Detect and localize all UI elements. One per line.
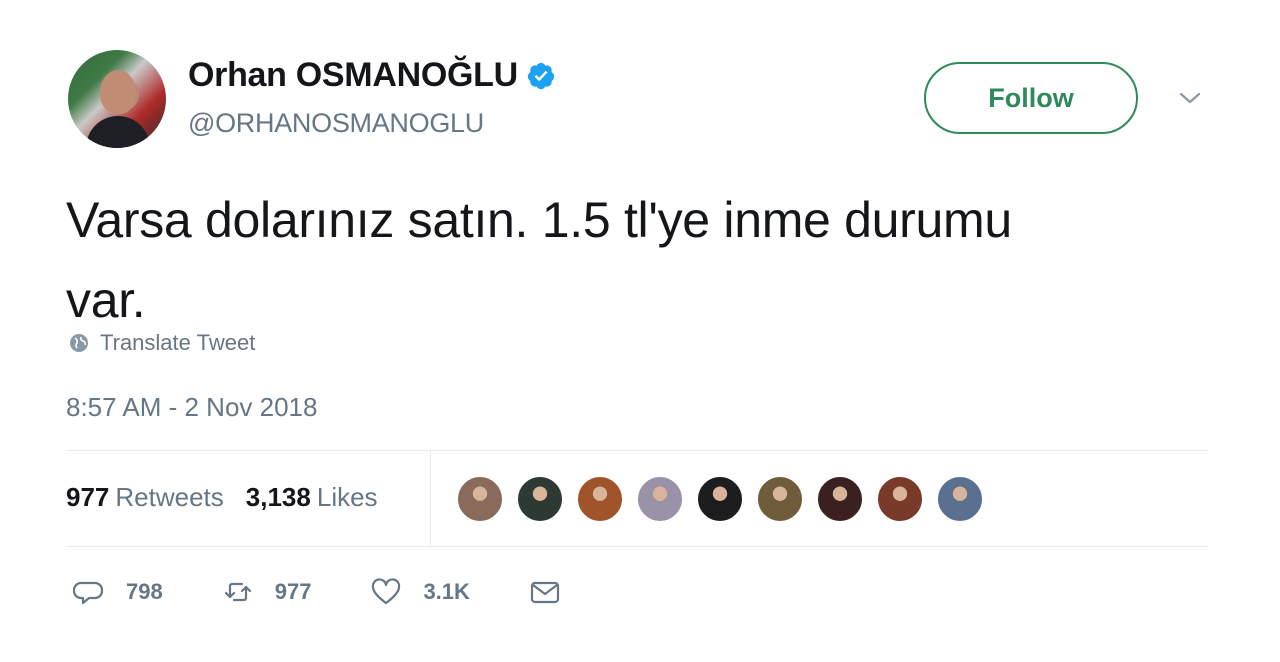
chevron-down-icon[interactable]	[1176, 88, 1204, 108]
user-display-name[interactable]: Orhan OSMANOĞLU	[188, 56, 518, 95]
liker-avatar[interactable]	[516, 475, 564, 523]
liker-avatar[interactable]	[696, 475, 744, 523]
stats-bottom-divider	[66, 546, 1208, 547]
tweet-timestamp[interactable]: 8:57 AM - 2 Nov 2018	[66, 392, 317, 423]
user-handle[interactable]: @ORHANOSMANOGLU	[188, 108, 484, 139]
liker-avatar[interactable]	[576, 475, 624, 523]
direct-message-button[interactable]	[528, 575, 562, 609]
tweet-text-line: var.	[66, 272, 146, 328]
like-button[interactable]: 3.1K	[369, 575, 470, 609]
reply-icon	[72, 581, 104, 605]
liker-avatar[interactable]	[936, 475, 984, 523]
envelope-icon	[530, 581, 560, 604]
reply-count: 798	[126, 579, 163, 604]
like-count: 3.1K	[423, 579, 470, 604]
translate-tweet-link[interactable]: Translate Tweet	[68, 330, 255, 356]
follow-button[interactable]: Follow	[924, 62, 1138, 134]
likes-label: Likes	[316, 482, 378, 512]
retweet-count: 977	[274, 579, 312, 604]
retweet-button[interactable]: 977	[221, 575, 312, 609]
retweets-label: Retweets	[115, 482, 224, 512]
tweet-stats: 977 Retweets 3,138 Likes	[66, 482, 400, 513]
tweet-text: Varsa dolarınız satın. 1.5 tl'ye inme du…	[66, 180, 1196, 340]
globe-icon	[70, 334, 88, 352]
likes-stat[interactable]: 3,138 Likes	[246, 482, 378, 513]
reply-button[interactable]: 798	[72, 575, 163, 609]
retweet-icon	[224, 582, 251, 602]
liker-avatar[interactable]	[636, 475, 684, 523]
liker-avatars	[456, 475, 996, 523]
liker-avatar[interactable]	[876, 475, 924, 523]
retweets-count: 977	[66, 482, 110, 512]
heart-icon	[372, 578, 401, 605]
stats-vertical-divider	[430, 450, 431, 546]
retweets-stat[interactable]: 977 Retweets	[66, 482, 224, 513]
user-name-row: Orhan OSMANOĞLU	[188, 56, 556, 95]
tweet-text-line: Varsa dolarınız satın. 1.5 tl'ye inme du…	[66, 192, 1012, 248]
translate-label: Translate Tweet	[100, 330, 256, 355]
liker-avatar[interactable]	[456, 475, 504, 523]
avatar-shoulders-shape	[86, 116, 150, 148]
verified-badge-icon	[527, 62, 554, 89]
likes-count: 3,138	[245, 482, 311, 512]
liker-avatar[interactable]	[756, 475, 804, 523]
stats-top-divider	[66, 450, 1208, 451]
avatar-head-shape	[100, 70, 136, 114]
liker-avatar[interactable]	[816, 475, 864, 523]
tweet-actions: 798 977 3.1K	[72, 575, 620, 609]
profile-avatar[interactable]	[68, 50, 166, 148]
